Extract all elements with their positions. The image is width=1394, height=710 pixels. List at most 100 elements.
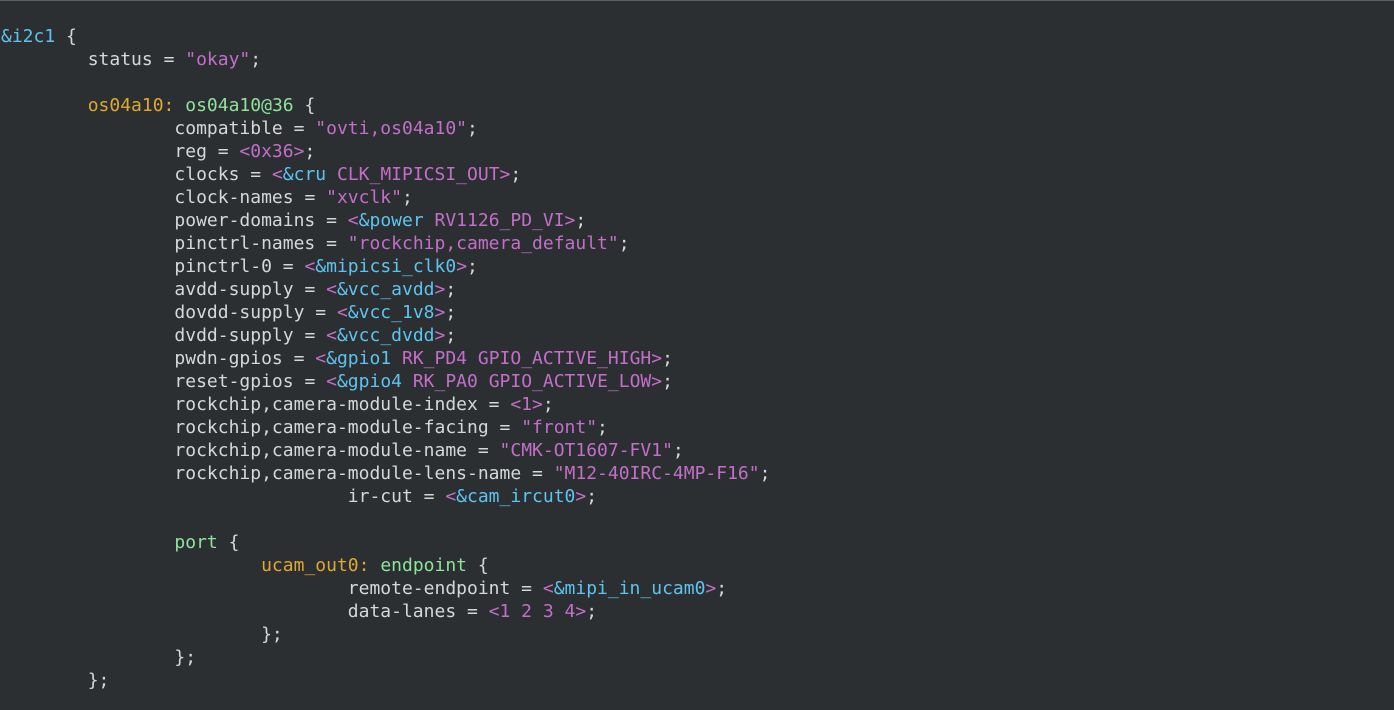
punctuation-token <box>1 394 174 415</box>
punctuation-token: = <box>510 578 543 599</box>
code-line[interactable]: remote-endpoint = <&mipi_in_ucam0>; <box>1 577 770 600</box>
punctuation-token: ; <box>250 49 262 70</box>
code-line[interactable]: &i2c1 { <box>1 25 770 48</box>
code-line[interactable]: rockchip,camera-module-facing = "front"; <box>1 416 770 439</box>
punctuation-token <box>1 118 174 139</box>
value-token: CLK_MIPICSI_OUT> <box>326 164 511 185</box>
code-line[interactable]: power-domains = <&power RV1126_PD_VI>; <box>1 209 770 232</box>
punctuation-token: = <box>521 463 554 484</box>
property-name-token: pinctrl-0 <box>174 256 272 277</box>
code-line[interactable]: pinctrl-0 = <&mipicsi_clk0>; <box>1 255 770 278</box>
punctuation-token: ; <box>445 302 457 323</box>
punctuation-token <box>1 187 174 208</box>
punctuation-token: ; <box>445 325 457 346</box>
punctuation-token <box>1 279 174 300</box>
punctuation-token <box>1 95 88 116</box>
value-token: RV1126_PD_VI> <box>423 210 576 231</box>
code-line[interactable]: ucam_out0: endpoint { <box>1 554 770 577</box>
code-line[interactable]: }; <box>1 646 770 669</box>
code-line[interactable]: compatible = "ovti,os04a10"; <box>1 117 770 140</box>
punctuation-token: = <box>293 187 327 208</box>
label-token: ucam_out0: <box>261 555 370 576</box>
punctuation-token <box>1 302 174 323</box>
code-line[interactable]: avdd-supply = <&vcc_avdd>; <box>1 278 770 301</box>
value-token: < <box>347 210 359 231</box>
punctuation-token: }; <box>174 647 197 668</box>
punctuation-token: = <box>456 601 489 622</box>
node-name-token: port <box>174 532 218 553</box>
punctuation-token: ; <box>445 279 457 300</box>
punctuation-token <box>1 440 174 461</box>
code-line[interactable]: rockchip,camera-module-index = <1>; <box>1 393 770 416</box>
punctuation-token <box>1 164 174 185</box>
punctuation-token <box>1 417 174 438</box>
code-line[interactable]: dovdd-supply = <&vcc_1v8>; <box>1 301 770 324</box>
code-line[interactable]: }; <box>1 623 770 646</box>
property-name-token: pinctrl-names <box>174 233 316 254</box>
code-line[interactable]: os04a10: os04a10@36 { <box>1 94 770 117</box>
punctuation-token <box>174 95 185 116</box>
code-line[interactable]: ir-cut = <&cam_ircut0>; <box>1 485 770 508</box>
property-name-token: rockchip,camera-module-facing <box>174 417 489 438</box>
code-line[interactable]: reset-gpios = <&gpio4 RK_PA0 GPIO_ACTIVE… <box>1 370 770 393</box>
code-line[interactable]: clocks = <&cru CLK_MIPICSI_OUT>; <box>1 163 770 186</box>
punctuation-token: ; <box>618 233 630 254</box>
punctuation-token: ; <box>467 256 478 277</box>
value-token: < <box>304 256 316 277</box>
punctuation-token: ; <box>304 141 316 162</box>
string-token: "CMK-OT1607-FV1" <box>499 440 673 461</box>
reference-token: &cam_ircut0 <box>456 486 576 507</box>
property-name-token: compatible <box>174 118 283 139</box>
punctuation-token: = <box>467 440 500 461</box>
code-line[interactable]: reg = <0x36>; <box>1 140 770 163</box>
punctuation-token: = <box>293 325 327 346</box>
punctuation-token: = <box>282 118 316 139</box>
reference-token: &cru <box>282 164 327 185</box>
punctuation-token: ; <box>586 486 598 507</box>
punctuation-token <box>1 141 174 162</box>
property-name-token: clocks <box>174 164 240 185</box>
value-token: > <box>434 325 446 346</box>
property-name-token: power-domains <box>174 210 316 231</box>
code-line[interactable]: data-lanes = <1 2 3 4>; <box>1 600 770 623</box>
punctuation-token: = <box>282 348 316 369</box>
punctuation-token <box>1 348 174 369</box>
property-name-token: rockchip,camera-module-lens-name <box>174 463 522 484</box>
value-token: > <box>434 279 446 300</box>
code-line[interactable]: pwdn-gpios = <&gpio1 RK_PD4 GPIO_ACTIVE_… <box>1 347 770 370</box>
code-line[interactable]: }; <box>1 669 770 692</box>
punctuation-token <box>1 624 261 645</box>
punctuation-token: = <box>152 49 186 70</box>
string-token: "front" <box>521 417 598 438</box>
punctuation-token: = <box>293 279 327 300</box>
value-token: > <box>434 302 446 323</box>
code-line[interactable]: rockchip,camera-module-name = "CMK-OT160… <box>1 439 770 462</box>
property-name-token: rockchip,camera-module-index <box>174 394 478 415</box>
reference-token: &vcc_dvdd <box>336 325 435 346</box>
code-line[interactable] <box>1 71 770 94</box>
punctuation-token: ; <box>542 394 554 415</box>
punctuation-token: ; <box>575 210 587 231</box>
punctuation-token <box>1 555 261 576</box>
punctuation-token <box>1 325 174 346</box>
punctuation-token: }; <box>87 670 110 691</box>
property-name-token: pwdn-gpios <box>174 348 283 369</box>
code-editor[interactable]: &i2c1 { status = "okay"; os04a10: os04a1… <box>0 0 1394 710</box>
punctuation-token <box>1 601 348 622</box>
punctuation-token: = <box>315 210 348 231</box>
punctuation-token: ; <box>401 187 413 208</box>
code-line[interactable]: dvdd-supply = <&vcc_dvdd>; <box>1 324 770 347</box>
code-line[interactable]: pinctrl-names = "rockchip,camera_default… <box>1 232 770 255</box>
value-token: <1 2 3 4> <box>488 601 587 622</box>
code-line[interactable]: clock-names = "xvclk"; <box>1 186 770 209</box>
value-token: < <box>271 164 283 185</box>
code-line[interactable]: port { <box>1 531 770 554</box>
code-line[interactable] <box>1 508 770 531</box>
code-area[interactable]: &i2c1 { status = "okay"; os04a10: os04a1… <box>1 25 770 692</box>
value-token: RK_PD4 GPIO_ACTIVE_HIGH> <box>391 348 663 369</box>
punctuation-token <box>1 647 174 668</box>
code-line[interactable]: status = "okay"; <box>1 48 770 71</box>
code-line[interactable]: rockchip,camera-module-lens-name = "M12-… <box>1 462 770 485</box>
punctuation-token: = <box>206 141 240 162</box>
value-token: < <box>326 325 337 346</box>
